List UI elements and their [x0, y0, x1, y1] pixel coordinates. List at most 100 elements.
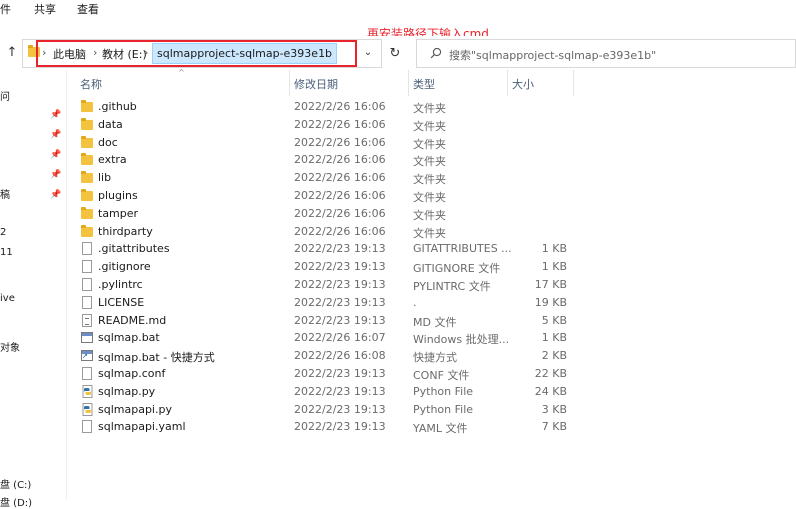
sort-up-icon: ^	[178, 68, 185, 77]
sidebar-item-drive-c[interactable]: 盘 (C:)	[0, 476, 31, 491]
file-date: 2022/2/23 19:13	[294, 242, 386, 256]
sidebar-item[interactable]: 11	[0, 247, 13, 258]
column-header-size[interactable]: 大小	[512, 76, 534, 92]
sidebar-item[interactable]: 稿	[0, 186, 10, 201]
file-row[interactable]: .pylintrc 2022/2/23 19:13 PYLINTRC 文件 17 KB	[76, 276, 576, 294]
refresh-icon[interactable]: ↻	[386, 45, 404, 63]
sidebar-item[interactable]: 问	[0, 88, 10, 103]
file-row[interactable]: thirdparty 2022/2/26 16:06 文件夹	[76, 223, 576, 241]
pin-icon[interactable]: 📌	[50, 170, 61, 180]
file-name: README.md	[98, 313, 167, 327]
chevron-right-icon[interactable]: ›	[93, 46, 97, 59]
file-icon	[82, 278, 92, 291]
file-row[interactable]: data 2022/2/26 16:06 文件夹	[76, 116, 576, 134]
file-type: 文件夹	[413, 191, 446, 204]
menu-file[interactable]: 件	[0, 1, 11, 17]
folder-icon	[81, 189, 93, 201]
folder-icon	[81, 206, 93, 219]
folder-icon	[81, 135, 93, 148]
chevron-right-icon[interactable]: ›	[42, 46, 46, 59]
file-row[interactable]: .github 2022/2/26 16:06 文件夹	[76, 98, 576, 116]
file-name: .pylintrc	[98, 278, 143, 291]
column-header-date[interactable]: 修改日期	[294, 76, 338, 92]
file-row[interactable]: README.md 2022/2/23 19:13 MD 文件 5 KB	[76, 312, 576, 330]
file-name: sqlmapapi.yaml	[98, 420, 186, 434]
file-name: sqlmapapi.py	[98, 402, 172, 416]
file-row[interactable]: extra 2022/2/26 16:06 文件夹	[76, 151, 576, 169]
file-size: 3 KB	[541, 402, 567, 416]
file-size: 22 KB	[534, 367, 567, 380]
pin-icon[interactable]: 📌	[50, 190, 61, 200]
file-size: 1 KB	[541, 260, 567, 274]
sidebar-item-3d-objects[interactable]: 对象	[0, 339, 20, 354]
folder-icon	[81, 224, 93, 237]
file-type: CONF 文件	[413, 369, 470, 382]
folder-icon	[81, 100, 93, 112]
file-type: GITIGNORE 文件	[413, 262, 501, 276]
sidebar-item[interactable]: 2	[0, 227, 6, 238]
chevron-right-icon[interactable]: ›	[144, 46, 148, 59]
file-row[interactable]: lib 2022/2/26 16:06 文件夹	[76, 169, 576, 187]
file-date: 2022/2/26 16:06	[294, 117, 386, 131]
column-divider[interactable]	[507, 70, 508, 96]
file-name: sqlmap.conf	[98, 367, 166, 380]
breadcrumb-current[interactable]: sqlmapproject-sqlmap-e393e1b	[152, 43, 338, 64]
file-row[interactable]: plugins 2022/2/26 16:06 文件夹	[76, 187, 576, 205]
file-date: 2022/2/26 16:07	[294, 331, 386, 345]
pin-icon[interactable]: 📌	[50, 110, 61, 120]
file-row[interactable]: LICENSE 2022/2/23 19:13. 19 KB	[76, 294, 576, 312]
pin-icon[interactable]: 📌	[50, 130, 61, 140]
sidebar-item-drive-d[interactable]: 盘 (D:)	[0, 494, 32, 509]
file-row[interactable]: sqlmap.conf 2022/2/23 19:13 CONF 文件 22 KB	[76, 365, 576, 383]
file-date: 2022/2/26 16:06	[294, 206, 386, 220]
breadcrumb-this-pc[interactable]: 此电脑	[53, 46, 86, 62]
file-name: doc	[98, 135, 118, 149]
sidebar-item-onedrive[interactable]: ive	[0, 293, 15, 304]
up-arrow-icon[interactable]: ↑	[4, 45, 20, 61]
file-date: 2022/2/26 16:06	[294, 153, 386, 167]
file-icon	[82, 295, 92, 309]
file-type: GITATTRIBUTES ...	[413, 242, 512, 256]
file-row[interactable]: tamper 2022/2/26 16:06 文件夹	[76, 205, 576, 223]
file-date: 2022/2/23 19:13	[294, 313, 386, 327]
batch-file-icon	[81, 332, 93, 344]
file-icon	[82, 367, 92, 380]
file-row[interactable]: sqlmap.py 2022/2/23 19:13 Python File 24 KB	[76, 383, 576, 401]
file-date: 2022/2/26 16:06	[294, 224, 386, 238]
folder-icon	[81, 171, 93, 184]
menu-view[interactable]: 查看	[77, 1, 99, 17]
file-row[interactable]: sqlmap.bat - 快捷方式 2022/2/26 16:08 快捷方式 2 KB	[76, 347, 576, 365]
file-row[interactable]: .gitignore 2022/2/23 19:13 GITIGNORE 文件 1 K…	[76, 258, 576, 276]
file-row[interactable]: sqlmapapi.yaml 2022/2/23 19:13 YAML 文件 7 KB	[76, 418, 576, 436]
file-name: plugins	[98, 189, 138, 202]
file-size: 2 KB	[541, 349, 567, 363]
python-file-icon	[82, 384, 93, 398]
column-divider[interactable]	[573, 70, 574, 96]
shortcut-icon	[81, 350, 93, 362]
file-name: .gitattributes	[98, 242, 170, 256]
column-divider[interactable]	[408, 70, 409, 96]
column-header-name[interactable]: 名称	[80, 76, 102, 92]
file-type: 文件夹	[413, 155, 446, 169]
file-date: 2022/2/23 19:13	[294, 402, 386, 416]
breadcrumb-drive[interactable]: 教材 (E:)	[102, 46, 147, 62]
file-type: 文件夹	[413, 102, 446, 115]
column-header-type[interactable]: 类型	[413, 76, 435, 92]
file-size: 17 KB	[534, 278, 567, 291]
chevron-down-icon[interactable]: ⌄	[360, 45, 376, 61]
file-name: extra	[98, 153, 127, 167]
file-type: MD 文件	[413, 315, 457, 329]
file-row[interactable]: .gitattributes 2022/2/23 19:13 GITATTRIBUT…	[76, 240, 576, 258]
file-type: 文件夹	[413, 137, 446, 151]
file-row[interactable]: doc 2022/2/26 16:06 文件夹	[76, 134, 576, 152]
menu-share[interactable]: 共享	[34, 1, 56, 17]
file-icon	[82, 260, 92, 274]
file-type: .	[413, 295, 417, 309]
file-date: 2022/2/23 19:13	[294, 278, 386, 291]
file-type: 文件夹	[413, 208, 446, 222]
file-name: thirdparty	[98, 224, 153, 238]
column-divider[interactable]	[289, 70, 290, 96]
pin-icon[interactable]: 📌	[50, 150, 61, 160]
file-row[interactable]: sqlmapapi.py 2022/2/23 19:13 Python File 3 …	[76, 401, 576, 419]
file-row[interactable]: sqlmap.bat 2022/2/26 16:07 Windows 批处理... 1…	[76, 329, 576, 347]
